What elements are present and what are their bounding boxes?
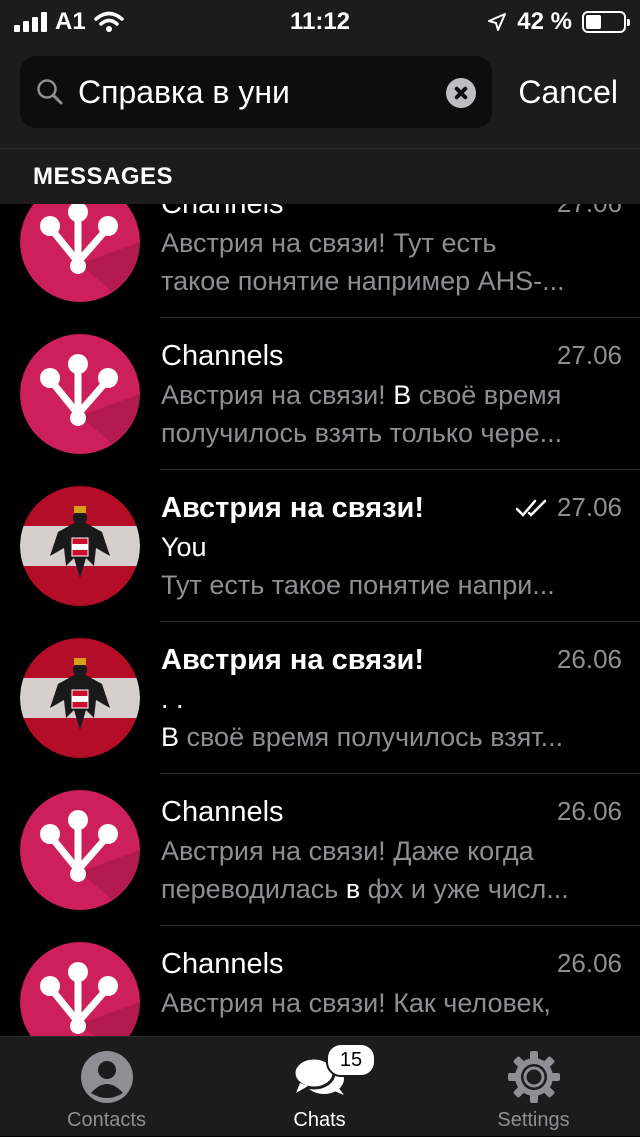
search-result-row[interactable]: Австрия на связи! 27.06 You Тут есть такое …	[0, 470, 640, 622]
battery-icon	[582, 11, 630, 33]
search-result-row[interactable]: Channels 27.06 Австрия на связи! Тут есть т…	[0, 204, 640, 318]
location-arrow-icon	[488, 13, 507, 31]
tab-chats[interactable]: 15 Chats	[213, 1037, 426, 1137]
date-label: 27.06	[556, 340, 622, 370]
preview-text: Австрия на связи! Даже когда	[161, 836, 534, 866]
preview-text: Австрия на связи! Тут есть	[161, 228, 497, 258]
message-date: 26.06	[557, 796, 622, 827]
message-preview-line-1: . .	[161, 684, 621, 715]
battery-level	[586, 15, 602, 29]
preview-text: . .	[161, 684, 184, 714]
message-date: 26.06	[557, 644, 622, 675]
chat-title: Австрия на связи!	[161, 644, 424, 676]
date-label: 26.06	[556, 948, 622, 978]
message-preview-line-2: В своё время получилось взят...	[161, 722, 616, 753]
status-right: 42 %	[487, 8, 630, 36]
message-preview-line-1: Австрия на связи! Даже когда	[161, 836, 621, 867]
read-checkmarks-icon	[515, 499, 547, 517]
date-label: 27.06	[557, 204, 622, 219]
tab-contacts[interactable]: Contacts	[0, 1037, 213, 1137]
channels-avatar-icon	[20, 204, 140, 302]
battery-percent: 42 %	[517, 8, 572, 35]
search-input[interactable]: Справка в уни	[78, 74, 290, 111]
search-result-row[interactable]: Channels 26.06 Австрия на связи! Даже когд…	[0, 774, 640, 926]
unread-badge: 15	[326, 1043, 376, 1077]
preview-fragment: Австрия на связи!	[161, 380, 394, 410]
preview-text: You	[161, 532, 207, 562]
search-results-list[interactable]: Channels 27.06 Австрия на связи! Тут есть т…	[0, 204, 640, 1036]
search-icon	[37, 79, 63, 105]
preview-text: получилось взять только чере...	[161, 418, 563, 448]
preview-fragment: своё время	[411, 380, 562, 410]
austria-avatar-icon	[20, 638, 140, 758]
preview-fragment: фх и уже числ...	[360, 874, 569, 904]
clear-search-button[interactable]	[446, 78, 476, 108]
cancel-button[interactable]: Cancel	[518, 74, 618, 111]
preview-fragment: В	[393, 380, 412, 410]
search-result-row[interactable]: Австрия на связи! 26.06 . . В своё время по…	[0, 622, 640, 774]
chat-title: Австрия на связи!	[161, 492, 424, 524]
chat-title: Channels	[161, 796, 284, 828]
message-preview-line-2: получилось взять только чере...	[161, 418, 616, 449]
search-result-row[interactable]: Channels 27.06 Австрия на связи! В своё вр…	[0, 318, 640, 470]
preview-fragment: в	[345, 874, 361, 904]
status-bar: A1 11:12 42 %	[0, 0, 640, 40]
tab-label: Settings	[497, 1109, 570, 1131]
tab-label: Contacts	[67, 1109, 146, 1131]
tab-label: Chats	[293, 1109, 346, 1131]
message-preview-line-1: You	[161, 532, 621, 563]
date-label: 26.06	[556, 796, 622, 826]
message-date: 27.06	[557, 340, 622, 371]
message-preview-line-1: Австрия на связи! В своё время	[161, 380, 621, 411]
tab-settings[interactable]: Settings	[427, 1037, 640, 1137]
message-preview-line-1: Австрия на связи! Тут есть	[161, 228, 621, 259]
message-date: 27.06	[557, 204, 622, 219]
chat-title: Channels	[161, 204, 284, 220]
preview-text: Тут есть такое понятие напри...	[161, 570, 555, 600]
chat-title: Channels	[161, 948, 284, 980]
messages-section-header: MESSAGES	[0, 148, 640, 204]
section-title: MESSAGES	[33, 163, 174, 190]
search-bar[interactable]: Справка в уни	[20, 56, 492, 128]
search-result-row[interactable]: Channels 26.06 Австрия на связи! Как челов…	[0, 926, 640, 1036]
preview-text: такое понятие например AHS-...	[161, 266, 565, 296]
channels-avatar-icon	[20, 334, 140, 454]
message-date: 26.06	[557, 948, 622, 979]
date-label: 27.06	[556, 492, 622, 522]
tab-bar: Contacts 15 Chats Settings	[0, 1036, 640, 1136]
message-preview-line-2: переводилась в фх и уже числ...	[161, 874, 616, 905]
channels-avatar-icon	[20, 790, 140, 910]
channels-avatar-icon	[20, 942, 140, 1036]
preview-fragment: переводилась	[161, 874, 346, 904]
message-date: 27.06	[515, 492, 622, 523]
date-label: 26.06	[556, 644, 622, 674]
message-preview-line-1: Австрия на связи! Как человек,	[161, 988, 621, 1019]
austria-avatar-icon	[20, 486, 140, 606]
preview-text: Австрия на связи! Как человек,	[161, 988, 551, 1018]
preview-fragment: своё время получилось взят...	[179, 722, 564, 752]
message-preview-line-2: такое понятие например AHS-...	[161, 266, 616, 297]
message-preview-line-2: Тут есть такое понятие напри...	[161, 570, 616, 601]
search-header: Справка в уни Cancel	[0, 40, 640, 148]
person-icon	[80, 1051, 133, 1103]
gear-icon	[507, 1051, 560, 1103]
preview-fragment: В	[161, 722, 180, 752]
chat-title: Channels	[161, 340, 284, 372]
